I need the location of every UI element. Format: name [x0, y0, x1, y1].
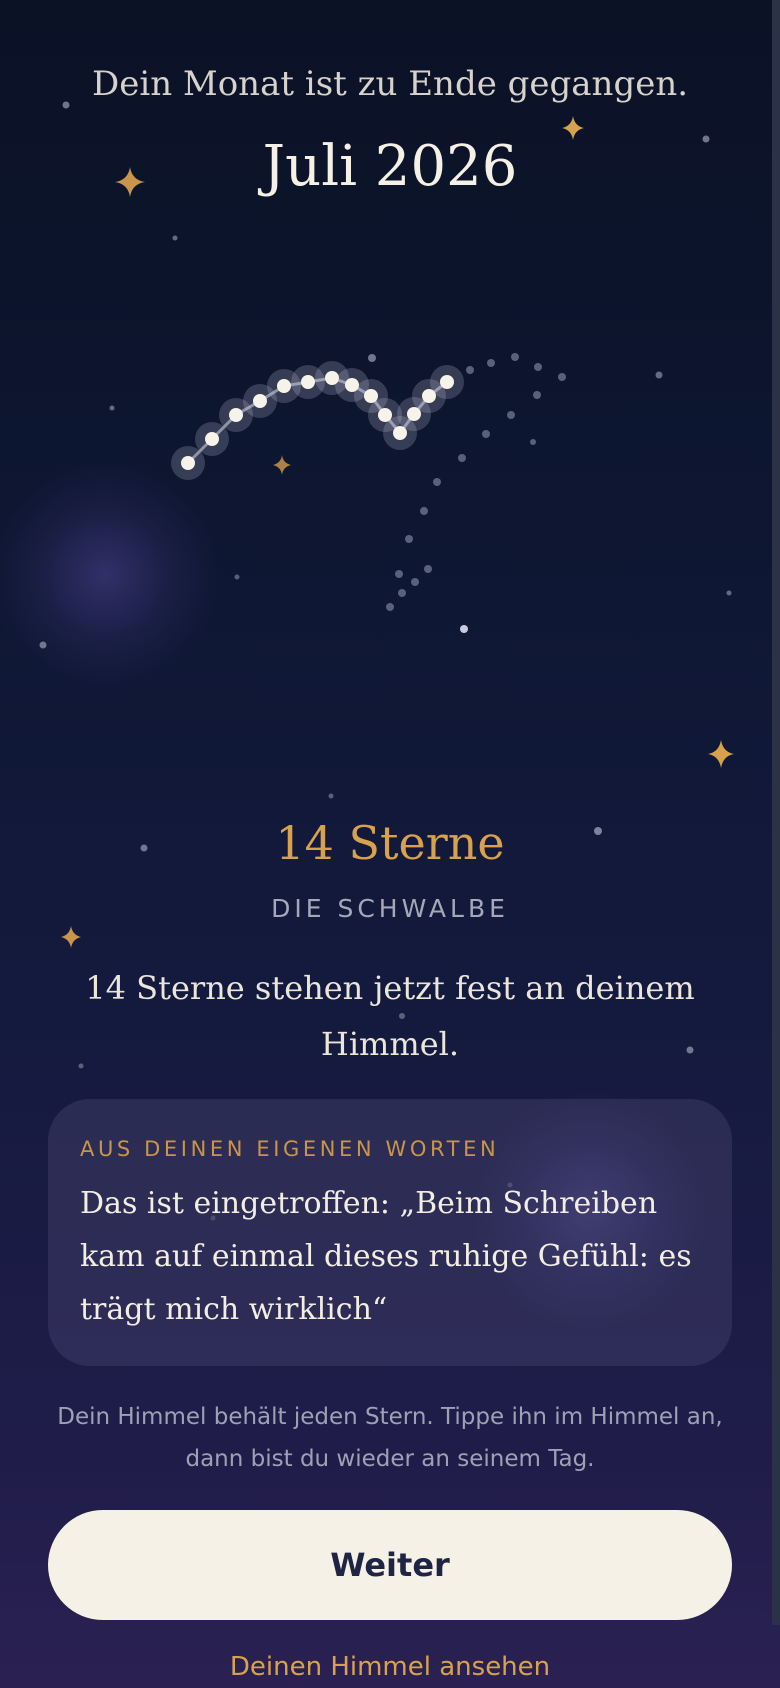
quote-card: AUS DEINEN EIGENEN WORTEN Das ist einget…: [48, 1099, 732, 1366]
background-star: [460, 625, 468, 633]
faint-star: [395, 570, 403, 578]
sparkle-icon: [708, 740, 734, 768]
constellation-name: DIE SCHWALBE: [271, 894, 509, 923]
background-star: [39, 641, 47, 649]
constellation-star: [393, 426, 407, 440]
page-title: Juli 2026: [262, 134, 518, 199]
sparkle-icon: [61, 926, 81, 948]
background-star: [726, 590, 732, 596]
background-star: [172, 235, 178, 241]
faint-star: [420, 507, 428, 515]
view-sky-link[interactable]: Deinen Himmel ansehen: [0, 1652, 780, 1682]
background-star: [655, 371, 663, 379]
sparkle-icon: [273, 455, 291, 475]
constellation-star: [301, 375, 315, 389]
constellation-star: [253, 394, 267, 408]
faint-star: [433, 478, 441, 486]
faint-star: [466, 366, 474, 374]
constellation-star: [229, 408, 243, 422]
constellation-star: [345, 378, 359, 392]
constellation-star: [205, 432, 219, 446]
faint-star: [534, 363, 542, 371]
faint-star: [533, 391, 541, 399]
constellation-star: [181, 456, 195, 470]
faint-star: [458, 454, 466, 462]
scrollbar[interactable]: [772, 0, 780, 1625]
faint-star: [424, 565, 432, 573]
background-star: [368, 354, 376, 362]
continue-button[interactable]: Weiter: [48, 1510, 732, 1620]
faint-star: [487, 359, 495, 367]
background-star: [234, 574, 240, 580]
month-ended-subtitle: Dein Monat ist zu Ende gegangen.: [91, 64, 689, 104]
faint-star: [530, 439, 536, 445]
constellation-swallow: [171, 361, 464, 480]
faint-star: [507, 411, 515, 419]
background-star: [109, 405, 115, 411]
faint-star: [398, 589, 406, 597]
hint-text: Dein Himmel behält jeden Stern. Tippe ih…: [57, 1404, 723, 1472]
faint-star: [405, 535, 413, 543]
quote-label: AUS DEINEN EIGENEN WORTEN: [80, 1137, 500, 1161]
constellation-star: [325, 371, 339, 385]
constellation-star: [407, 407, 421, 421]
result-message: 14 Sterne stehen jetzt fest an deinem Hi…: [85, 969, 695, 1063]
star-count: 14 Sterne: [275, 816, 505, 870]
constellation-star: [277, 379, 291, 393]
background-star: [328, 793, 334, 799]
faint-star: [482, 430, 490, 438]
constellation-star: [364, 389, 378, 403]
quote-text: Das ist eingetroffen: „Beim Schreiben ka…: [80, 1186, 692, 1327]
constellation-star: [422, 389, 436, 403]
faint-star: [386, 603, 394, 611]
constellation-star: [440, 375, 454, 389]
constellation-star: [378, 408, 392, 422]
faint-star: [511, 353, 519, 361]
faint-star: [411, 578, 419, 586]
faint-star: [558, 373, 566, 381]
